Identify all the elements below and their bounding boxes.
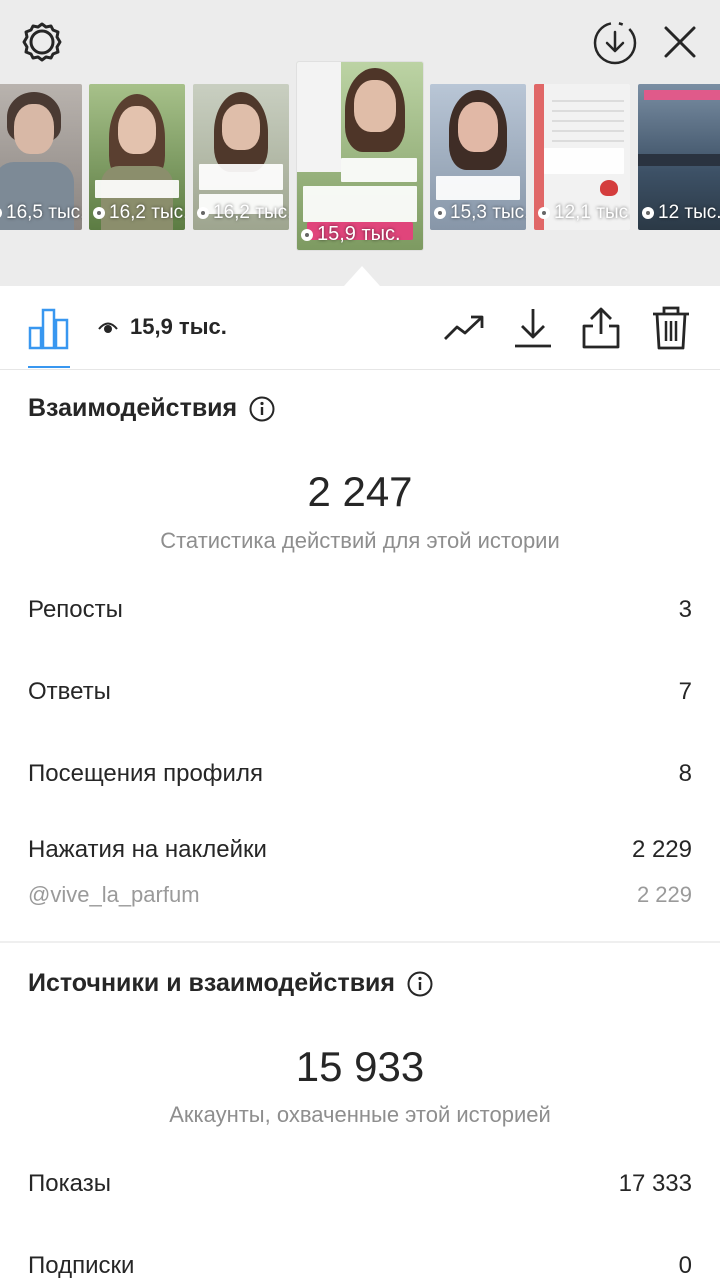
sticker-sub-row: @vive_la_parfum 2 229 <box>28 882 692 908</box>
discovery-title-text: Источники и взаимодействия <box>28 969 396 997</box>
active-tab-underline <box>28 366 70 368</box>
row-value: 3 <box>678 596 692 623</box>
interaction-row-replies: Ответы 7 <box>28 678 692 706</box>
delete-button[interactable] <box>649 306 693 350</box>
eye-icon <box>538 207 550 219</box>
story-thumbnail[interactable]: 16,2 тыс. <box>193 84 289 230</box>
discovery-row-impressions: Показы 17 333 <box>28 1170 692 1198</box>
story-views: 16,2 тыс. <box>197 202 289 224</box>
discovery-total: 15 933 <box>295 1043 425 1090</box>
eye-icon <box>0 207 2 219</box>
eye-icon <box>642 207 654 219</box>
interaction-row-sticker-taps: Нажатия на наклейки 2 229 <box>28 836 692 864</box>
story-thumbnail[interactable]: 16,2 тыс. <box>89 84 185 230</box>
row-label: Репосты <box>28 596 123 623</box>
discovery-caption: Аккаунты, охваченные этой историей <box>169 1102 551 1127</box>
row-value: 2 229 <box>631 836 692 863</box>
promote-button[interactable] <box>442 306 486 350</box>
share-button[interactable] <box>579 306 623 350</box>
interactions-caption: Статистика действий для этой истории <box>160 528 560 553</box>
row-value: 7 <box>678 678 692 705</box>
row-label: Нажатия на наклейки <box>28 836 267 863</box>
save-story-button[interactable] <box>590 18 640 68</box>
story-thumbnail-selected[interactable]: 15,9 тыс. <box>297 62 423 250</box>
story-strip-area: 16,5 тыс. 16,2 тыс. 16,2 тыс. 15,9 тыс. … <box>0 0 720 286</box>
story-thumbnail[interactable]: 12 тыс. <box>638 84 720 230</box>
insights-toolbar: 15,9 тыс. <box>0 286 720 370</box>
trash-icon <box>653 306 689 350</box>
story-thumbnail[interactable]: 16,5 тыс. <box>0 84 82 230</box>
bar-chart-icon <box>28 308 69 350</box>
story-thumbnails: 16,5 тыс. 16,2 тыс. 16,2 тыс. 15,9 тыс. … <box>0 62 720 252</box>
interactions-section-title: Взаимодействия <box>28 394 275 423</box>
discovery-row-follows: Подписки 0 <box>28 1252 692 1280</box>
close-icon <box>664 26 696 58</box>
settings-icon <box>22 22 62 62</box>
story-thumbnail[interactable]: 12,1 тыс. <box>534 84 630 230</box>
download-icon <box>515 309 551 348</box>
info-icon[interactable] <box>249 396 275 422</box>
story-views: 16,2 тыс. <box>93 202 185 224</box>
interactions-total: 2 247 <box>307 468 413 515</box>
discovery-section-title: Источники и взаимодействия <box>28 969 433 998</box>
story-views: 12 тыс. <box>642 202 720 224</box>
eye-icon <box>98 322 118 333</box>
story-views: 12,1 тыс. <box>538 202 630 224</box>
eye-icon <box>434 207 446 219</box>
interaction-row-shares: Репосты 3 <box>28 596 692 624</box>
sticker-handle: @vive_la_parfum <box>28 882 200 907</box>
share-icon <box>582 307 620 349</box>
eye-icon <box>197 207 209 219</box>
views-summary: 15,9 тыс. <box>98 314 227 340</box>
story-views: 15,9 тыс. <box>301 223 401 246</box>
story-views: 15,3 тыс. <box>434 202 526 224</box>
row-label: Показы <box>28 1170 111 1197</box>
close-button[interactable] <box>658 20 702 64</box>
views-count: 15,9 тыс. <box>130 314 227 339</box>
row-value: 8 <box>678 760 692 787</box>
row-label: Подписки <box>28 1252 135 1279</box>
interactions-title-text: Взаимодействия <box>28 394 238 422</box>
eye-icon <box>301 228 313 241</box>
info-icon[interactable] <box>407 971 433 997</box>
row-value: 17 333 <box>618 1170 692 1197</box>
story-views: 16,5 тыс. <box>0 202 82 224</box>
settings-button[interactable] <box>18 18 66 66</box>
row-value: 0 <box>678 1252 692 1279</box>
download-circle-icon <box>593 21 637 65</box>
interaction-row-profile-visits: Посещения профиля 8 <box>28 760 692 788</box>
insights-tab[interactable] <box>28 306 70 350</box>
row-label: Посещения профиля <box>28 760 263 787</box>
row-label: Ответы <box>28 678 111 705</box>
selected-story-pointer <box>344 266 380 286</box>
section-divider <box>0 941 720 943</box>
trend-icon <box>444 315 484 340</box>
eye-icon <box>93 207 105 219</box>
sticker-taps-value: 2 229 <box>636 882 692 907</box>
download-button[interactable] <box>511 306 555 350</box>
story-thumbnail[interactable]: 15,3 тыс. <box>430 84 526 230</box>
